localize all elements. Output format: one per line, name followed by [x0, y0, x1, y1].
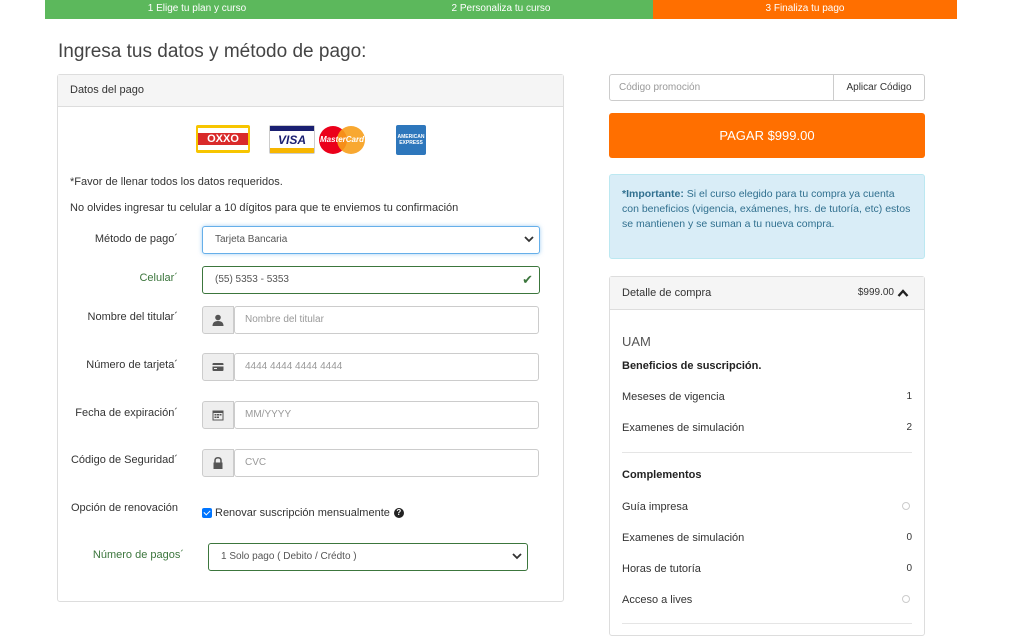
codigo-input[interactable]: CVC [234, 449, 539, 477]
chevron-up-icon[interactable] [897, 288, 909, 298]
required-note: *Favor de llenar todos los datos requeri… [70, 176, 283, 188]
complements-title: Complementos [622, 469, 702, 481]
pagos-label: Número de pagos´ [92, 549, 184, 561]
user-icon [202, 306, 234, 334]
mastercard-logo: MasterCard [317, 125, 367, 155]
purchase-detail-heading[interactable]: Detalle de compra $999.00 [610, 277, 924, 310]
step-1[interactable]: 1 Elige tu plan y curso [45, 0, 349, 19]
metodo-pago-select[interactable]: Tarjeta Bancaria [202, 226, 540, 254]
divider [622, 452, 912, 453]
empty-circle-icon [902, 595, 910, 603]
benefits-title: Beneficios de suscripción. [622, 360, 762, 372]
payment-panel: Datos del pago OXXO VISA MasterCard AMER… [57, 74, 564, 602]
complement-row: Horas de tutoría 0 [622, 563, 912, 575]
page-title: Ingresa tus datos y método de pago: [58, 41, 367, 62]
check-icon: ✔ [522, 272, 533, 287]
renovacion-checkbox[interactable] [202, 508, 212, 518]
promo-input[interactable]: Código promoción [609, 74, 834, 101]
purchase-detail-panel: Detalle de compra $999.00 UAM Beneficios… [609, 276, 925, 636]
course-name: UAM [622, 334, 651, 349]
oxxo-logo: OXXO [196, 125, 250, 153]
phone-note: No olvides ingresar tu celular a 10 dígi… [70, 202, 459, 214]
alert-strong: *Importante: [622, 188, 684, 200]
lock-icon [202, 449, 234, 477]
benefit-row: Examenes de simulación 2 [622, 422, 912, 434]
complement-row: Guía impresa [622, 501, 912, 513]
renovacion-text: Renovar suscripción mensualmente [215, 507, 390, 519]
tarjeta-label: Número de tarjeta´ [86, 359, 178, 371]
credit-card-icon [202, 353, 234, 381]
detail-price: $999.00 [857, 287, 894, 298]
complement-row: Examenes de simulación 0 [622, 532, 912, 544]
apply-code-button[interactable]: Aplicar Código [833, 74, 925, 101]
important-alert: *Importante: Si el curso elegido para tu… [609, 174, 925, 259]
titular-input[interactable]: Nombre del titular [234, 306, 539, 334]
metodo-label: Método de pago´ [94, 233, 178, 245]
chevron-down-icon [512, 553, 522, 560]
fecha-label: Fecha de expiración´ [75, 407, 178, 419]
renovacion-checkbox-row[interactable]: Renovar suscripción mensualmente ? [202, 507, 404, 519]
step-3: 3 Finaliza tu pago [653, 0, 957, 19]
calendar-icon [202, 401, 234, 429]
amex-logo: AMERICAN EXPRESS [396, 125, 426, 155]
promo-group: Código promoción Aplicar Código [609, 74, 925, 101]
celular-label: Celular´ [139, 272, 178, 284]
benefit-row: Meseses de vigencia 1 [622, 391, 912, 403]
empty-circle-icon [902, 502, 910, 510]
celular-input[interactable]: (55) 5353 - 5353 ✔ [202, 266, 540, 294]
pay-button[interactable]: PAGAR $999.00 [609, 113, 925, 158]
detail-title: Detalle de compra [622, 287, 712, 299]
step-2[interactable]: 2 Personaliza tu curso [349, 0, 653, 19]
fecha-input[interactable]: MM/YYYY [234, 401, 539, 429]
checkout-steps: 1 Elige tu plan y curso 2 Personaliza tu… [45, 0, 957, 19]
renovacion-label: Opción de renovación [70, 502, 178, 514]
payment-panel-heading: Datos del pago [58, 75, 563, 107]
complement-row: Acceso a lives [622, 594, 912, 606]
chevron-down-icon [524, 236, 534, 243]
titular-label: Nombre del titular´ [87, 311, 178, 323]
pagos-select[interactable]: 1 Solo pago ( Debito / Crédto ) [208, 543, 528, 571]
question-circle-icon[interactable]: ? [393, 508, 404, 518]
visa-logo: VISA [269, 125, 315, 154]
tarjeta-input[interactable]: 4444 4444 4444 4444 [234, 353, 539, 381]
codigo-label: Código de Seguridad´ [70, 454, 178, 466]
